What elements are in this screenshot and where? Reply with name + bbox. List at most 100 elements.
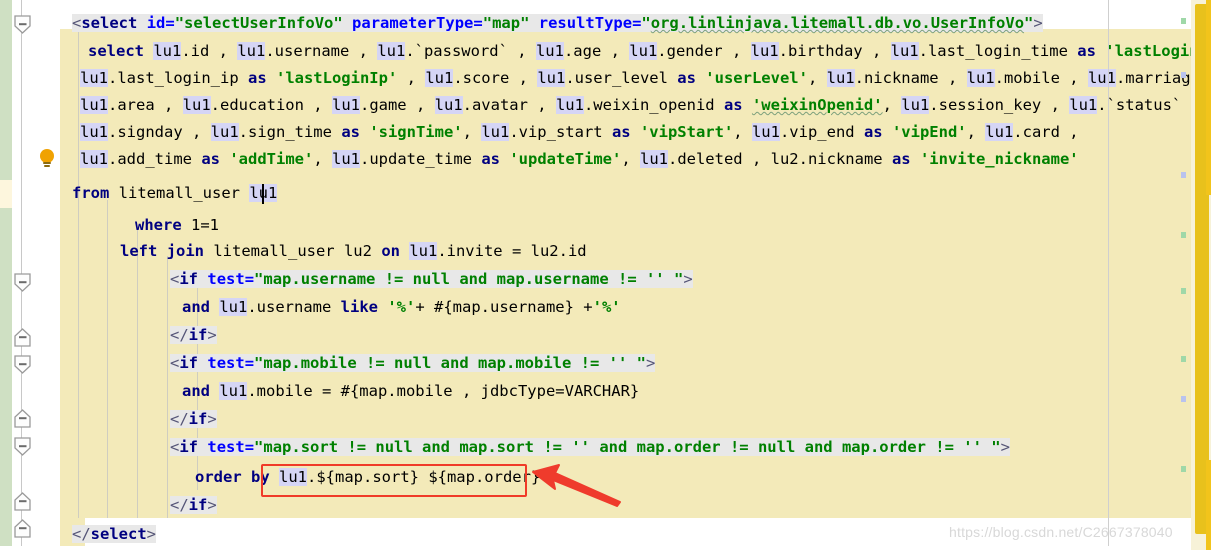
code-token: < [170, 438, 180, 456]
code-token: lu1 [279, 468, 307, 486]
code-token: select [90, 525, 147, 543]
fold-collapse-start-icon[interactable] [12, 354, 33, 375]
code-token: lu1 [750, 42, 779, 60]
code-line: lu1.signday , lu1.sign_time as 'signTime… [80, 119, 1079, 146]
code-token: = [473, 14, 483, 32]
code-token: lu1 [219, 382, 248, 400]
code-token: .invite = lu2.id [437, 242, 587, 260]
code-token: " [254, 438, 264, 456]
code-token: " [991, 438, 1001, 456]
fold-collapse-start-icon[interactable] [12, 14, 33, 35]
error-stripe-mark[interactable] [1181, 172, 1186, 178]
code-token: </ [170, 410, 189, 428]
fold-collapse-end-icon[interactable] [12, 327, 33, 348]
code-token: parameterType [352, 14, 474, 32]
code-token: as [677, 69, 706, 87]
code-token: .`password` , [405, 42, 536, 60]
lightbulb-intention-icon[interactable] [38, 148, 56, 168]
code-line: lu1.last_login_ip as 'lastLoginIp' , lu1… [80, 65, 1211, 92]
code-token: lu1 [985, 123, 1014, 141]
scrollbar-edge-top [1206, 0, 1211, 195]
code-token: id [146, 14, 166, 32]
code-token: = [244, 438, 255, 456]
code-token: lu1 [890, 42, 919, 60]
code-token: lu1 [555, 96, 584, 114]
code-token: 'updateTime' [509, 150, 622, 168]
code-token: test [207, 438, 245, 456]
code-token: test [207, 270, 245, 288]
error-stripe-mark[interactable] [1181, 356, 1186, 362]
error-stripe-mark[interactable] [1181, 72, 1186, 78]
vertical-scrollbar[interactable] [1191, 0, 1211, 550]
error-stripe-mark[interactable] [1181, 466, 1186, 472]
code-token: lu1 [331, 96, 360, 114]
text-caret [262, 184, 264, 204]
icon-gutter [34, 0, 60, 550]
code-token: > [207, 326, 217, 344]
code-token: , [313, 150, 332, 168]
code-token: lu1 [966, 69, 995, 87]
code-token: selectUserInfoVo [184, 14, 334, 32]
code-token: lu1 [1069, 96, 1098, 114]
code-line: order by lu1.${map.sort} ${map.order} [195, 464, 540, 491]
code-token: , [462, 123, 482, 141]
code-text-area[interactable]: <select id="selectUserInfoVo" parameterT… [60, 0, 1211, 550]
fold-collapse-end-icon[interactable] [12, 408, 33, 429]
code-token: lu2 [770, 150, 799, 168]
code-token: " [1024, 14, 1034, 32]
code-token: .mobile = #{map.mobile , jdbcType=VARCHA… [247, 382, 640, 400]
fold-collapse-end-icon[interactable] [12, 272, 33, 293]
indent-guide [78, 29, 79, 518]
code-token: test [207, 354, 245, 372]
code-token: 'invite_nickname' [919, 150, 1079, 168]
code-token: , [621, 150, 640, 168]
code-token: 'addTime' [229, 150, 314, 168]
code-token: lu1 [332, 150, 360, 168]
code-token: .vip_end [779, 123, 864, 141]
code-token: lu1 [425, 69, 454, 87]
code-line: <if test="map.username != null and map.u… [170, 266, 693, 293]
code-token [137, 14, 147, 32]
code-token: as [341, 123, 370, 141]
code-token: .user_level [565, 69, 678, 87]
code-token: , [807, 69, 827, 87]
code-token: > [683, 270, 693, 288]
code-token: select [81, 14, 138, 32]
code-token: </ [170, 326, 189, 344]
code-token: " [174, 14, 185, 32]
code-token: if [188, 326, 208, 344]
code-line: lu1.area , lu1.education , lu1.game , lu… [80, 92, 1200, 119]
code-token: 'userLevel' [705, 69, 808, 87]
error-stripe-mark[interactable] [1181, 232, 1186, 238]
code-token: resultType [538, 14, 633, 32]
code-token: map.username != null and map.username !=… [263, 270, 674, 288]
code-token: " [673, 270, 684, 288]
error-stripe-mark[interactable] [1181, 288, 1186, 294]
error-stripe-mark[interactable] [1181, 396, 1186, 402]
code-line: and lu1.mobile = #{map.mobile , jdbcType… [182, 378, 639, 405]
code-token: .${map.sort} ${map.order} [307, 468, 541, 486]
code-token: < [170, 354, 180, 372]
code-token: as [723, 96, 752, 114]
code-token: litemall_user [118, 184, 250, 202]
code-token: .sign_time [238, 123, 342, 141]
code-token: lu1 [751, 123, 780, 141]
code-token: 'lastLoginIp' [275, 69, 398, 87]
error-stripe[interactable] [1179, 0, 1191, 550]
fold-collapse-start-icon[interactable] [12, 436, 33, 457]
vcs-change-strip [0, 0, 12, 550]
code-token: .weixin_openid [583, 96, 724, 114]
code-token: lu1 [182, 96, 211, 114]
code-line: <if test="map.sort != null and map.sort … [170, 434, 1010, 461]
code-token: .vip_start [509, 123, 612, 141]
error-stripe-mark[interactable] [1181, 18, 1186, 24]
code-token: , [397, 69, 426, 87]
code-token: lu1 [237, 42, 266, 60]
code-token: map [492, 14, 521, 32]
code-token: as [481, 150, 510, 168]
fold-collapse-end-icon[interactable] [12, 491, 33, 512]
code-token: if [179, 354, 199, 372]
code-token: = [244, 354, 255, 372]
fold-collapse-end-icon[interactable] [12, 518, 33, 539]
code-token: > [1000, 438, 1010, 456]
